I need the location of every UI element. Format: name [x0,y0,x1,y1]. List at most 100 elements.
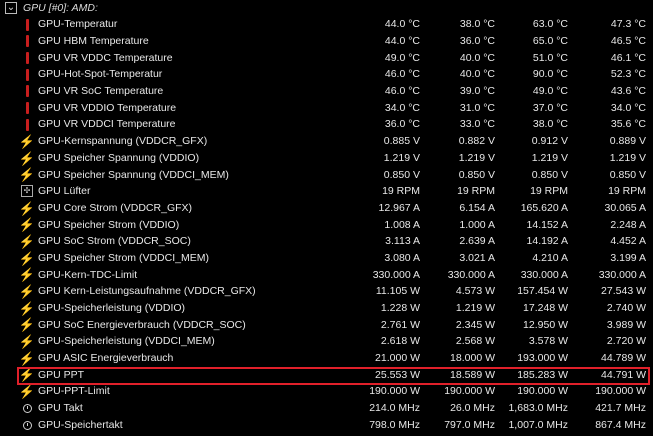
sensor-label: GPU-Hot-Spot-Temperatur [38,68,163,81]
avg-value: 47.3 °C [610,18,646,31]
avg-value: 27.543 W [601,285,646,298]
avg-value: 867.4 MHz [595,418,646,431]
sensor-row[interactable]: ⚡ GPU SoC Energieverbrauch (VDDCR_SOC) 2.7… [0,316,653,333]
min-value: 330.000 A [447,268,495,281]
sensor-row[interactable]: ⚡ GPU Kern-Leistungsaufnahme (VDDCR_GFX) 1… [0,283,653,300]
avg-value: 0.889 V [609,135,646,148]
current-value: 36.0 °C [384,118,420,131]
min-value: 40.0 °C [459,51,495,64]
max-value: 185.283 W [517,368,568,381]
sensor-label: GPU SoC Strom (VDDCR_SOC) [38,235,191,248]
min-value: 18.589 W [450,368,495,381]
sensor-row[interactable]: GPU VR VDDC Temperature 49.0 °C 40.0 °C 51.… [0,49,653,66]
avg-value: 3.199 A [610,251,646,264]
sensor-label: GPU-Speicherleistung (VDDCI_MEM) [38,335,215,348]
current-value: 798.0 MHz [369,418,420,431]
min-value: 33.0 °C [459,118,495,131]
max-value: 38.0 °C [532,118,568,131]
thermometer-icon [21,18,33,31]
current-value: 11.105 W [375,285,420,298]
sensor-row[interactable]: ⚡ GPU Speicher Strom (VDDIO) 1.008 A 1.000 … [0,216,653,233]
sensor-row[interactable]: ⚡ GPU-PPT-Limit 190.000 W 190.000 W 190.000 … [0,383,653,400]
max-value: 4.210 A [532,251,568,264]
sensor-list: GPU-Temperatur 44.0 °C 38.0 °C 63.0 °C 47.3 … [0,16,653,433]
current-value: 2.618 W [380,335,420,348]
current-value: 1.228 W [380,302,420,315]
sensor-label: GPU Lüfter [38,185,91,198]
max-value: 17.248 W [523,302,568,315]
sensor-row[interactable]: ⚡ GPU ASIC Energieverbrauch 21.000 W 18.000… [0,350,653,367]
sensor-row[interactable]: ✣ GPU Lüfter 19 RPM 19 RPM 19 RPM 19 RPM [0,183,653,200]
avg-value: 52.3 °C [610,68,646,81]
sensor-row[interactable]: ⚡ GPU-Speicherleistung (VDDCI_MEM) 2.618 W… [0,333,653,350]
max-value: 12.950 W [523,318,568,331]
sensor-label: GPU-Kern-TDC-Limit [38,268,138,281]
current-value: 46.0 °C [384,68,420,81]
lightning-icon: ⚡ [18,300,36,316]
sensor-row[interactable]: GPU-Temperatur 44.0 °C 38.0 °C 63.0 °C 47.3 … [0,16,653,33]
sensor-row[interactable]: ⚡ GPU-Kernspannung (VDDCR_GFX) 0.885 V 0.88… [0,133,653,150]
sensor-row[interactable]: GPU VR SoC Temperature 46.0 °C 39.0 °C 49.0… [0,83,653,100]
current-value: 12.967 A [378,201,420,214]
current-value: 46.0 °C [384,85,420,98]
sensor-row[interactable]: GPU-Speichertakt 798.0 MHz 797.0 MHz 1,007.… [0,417,653,434]
sensor-row[interactable]: ⚡ GPU-Speicherleistung (VDDIO) 1.228 W 1.21… [0,300,653,317]
sensor-row[interactable]: GPU VR VDDCI Temperature 36.0 °C 33.0 °C 38… [0,116,653,133]
sensor-row[interactable]: ⚡ GPU-Kern-TDC-Limit 330.000 A 330.000 A 330… [0,266,653,283]
min-value: 6.154 A [459,201,495,214]
min-value: 0.850 V [458,168,495,181]
current-value: 25.553 W [375,368,420,381]
sensor-row[interactable]: GPU Takt 214.0 MHz 26.0 MHz 1,683.0 MHz 421.… [0,400,653,417]
sensor-row[interactable]: ⚡ GPU Speicher Spannung (VDDCI_MEM) 0.850 … [0,166,653,183]
current-value: 214.0 MHz [369,402,420,415]
sensor-row[interactable]: ⚡ GPU PPT 25.553 W 18.589 W 185.283 W 44.791 … [0,366,653,383]
lightning-icon: ⚡ [18,384,36,400]
max-value: 3.578 W [528,335,568,348]
sensor-row[interactable]: GPU HBM Temperature 44.0 °C 36.0 °C 65.0 °C… [0,33,653,50]
lightning-icon: ⚡ [18,150,36,166]
sensor-label: GPU PPT [38,368,85,381]
max-value: 65.0 °C [532,35,568,48]
current-value: 44.0 °C [384,35,420,48]
avg-value: 4.452 A [610,235,646,248]
sensor-row[interactable]: GPU-Hot-Spot-Temperatur 46.0 °C 40.0 °C 90.… [0,66,653,83]
max-value: 51.0 °C [532,51,568,64]
sensor-label: GPU-Speichertakt [38,418,123,431]
thermometer-icon [21,68,33,81]
min-value: 2.345 W [455,318,495,331]
sensor-label: GPU-Temperatur [38,18,118,31]
avg-value: 43.6 °C [610,85,646,98]
sensor-row[interactable]: ⚡ GPU SoC Strom (VDDCR_SOC) 3.113 A 2.639 A… [0,233,653,250]
current-value: 1.219 V [383,151,420,164]
sensor-row[interactable]: GPU VR VDDIO Temperature 34.0 °C 31.0 °C 37… [0,99,653,116]
min-value: 36.0 °C [459,35,495,48]
group-title: GPU [#0]: AMD: [23,2,98,14]
collapse-icon[interactable]: ⌄ [5,2,17,14]
sensor-label: GPU VR SoC Temperature [38,85,164,98]
current-value: 0.885 V [383,135,420,148]
min-value: 2.639 A [459,235,495,248]
min-value: 0.882 V [458,135,495,148]
current-value: 2.761 W [380,318,420,331]
max-value: 37.0 °C [532,101,568,114]
current-value: 49.0 °C [384,51,420,64]
lightning-icon: ⚡ [18,317,36,333]
max-value: 165.620 A [520,201,568,214]
sensor-label: GPU Speicher Spannung (VDDCI_MEM) [38,168,229,181]
fan-icon: ✣ [21,185,33,198]
current-value: 330.000 A [372,268,420,281]
avg-value: 35.6 °C [610,118,646,131]
sensor-row[interactable]: ⚡ GPU Core Strom (VDDCR_GFX) 12.967 A 6.154… [0,200,653,217]
sensor-row[interactable]: ⚡ GPU Speicher Spannung (VDDIO) 1.219 V 1.2… [0,150,653,167]
clock-icon [21,419,33,432]
group-header[interactable]: ⌄ GPU [#0]: AMD: [0,0,653,16]
avg-value: 2.248 A [610,218,646,231]
sensor-label: GPU Kern-Leistungsaufnahme (VDDCR_GFX) [38,285,256,298]
sensor-label: GPU Speicher Strom (VDDIO) [38,218,180,231]
sensor-label: GPU Speicher Spannung (VDDIO) [38,151,200,164]
thermometer-icon [21,51,33,64]
min-value: 1.219 V [458,151,495,164]
thermometer-icon [21,35,33,48]
current-value: 3.080 A [384,251,420,264]
sensor-row[interactable]: ⚡ GPU Speicher Strom (VDDCI_MEM) 3.080 A 3.… [0,250,653,267]
